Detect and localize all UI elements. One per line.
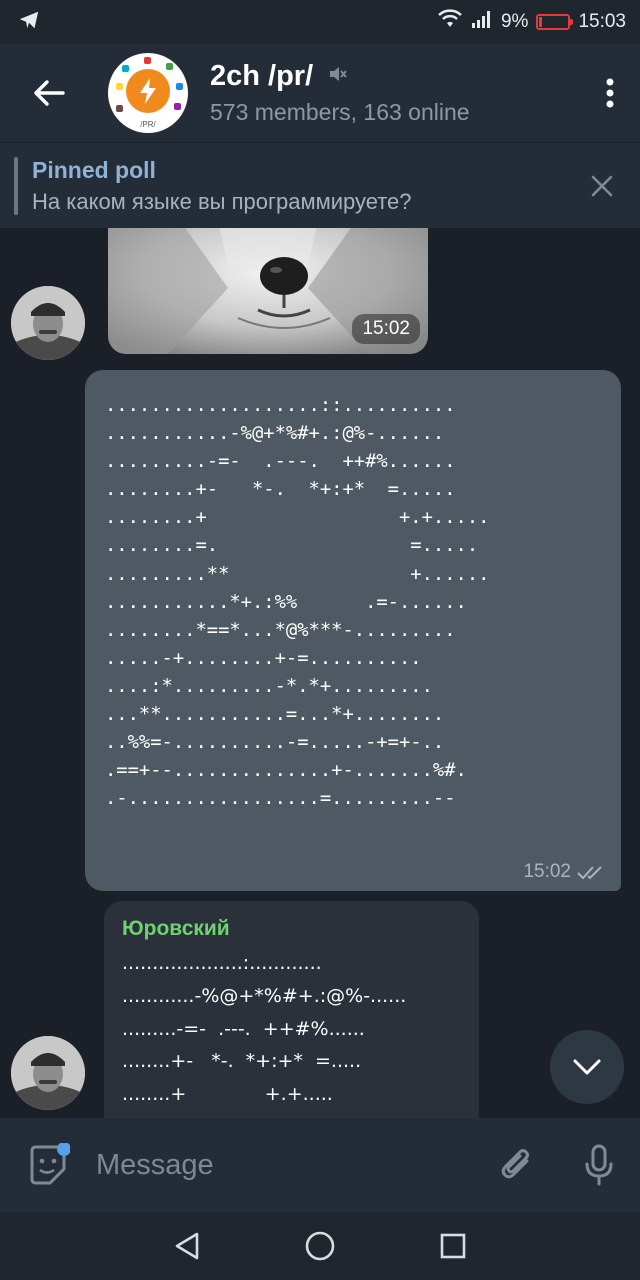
clock: 15:03 xyxy=(578,11,626,32)
battery-icon xyxy=(536,14,574,30)
ascii-art-text: ....................:............ ......… xyxy=(122,952,407,1106)
more-vertical-icon xyxy=(606,78,614,108)
status-bar: 9% 15:03 xyxy=(0,0,640,44)
avatar-label: /PR/ xyxy=(140,120,156,129)
pinned-label: Pinned poll xyxy=(32,156,156,183)
double-check-icon xyxy=(577,866,602,880)
muted-icon xyxy=(327,64,347,89)
chevron-down-icon xyxy=(573,1059,601,1075)
sender-avatar[interactable] xyxy=(11,1036,85,1110)
chat-title: 2ch /pr/ xyxy=(210,60,314,92)
nav-home-button[interactable] xyxy=(290,1216,350,1276)
message-input[interactable] xyxy=(96,1148,476,1182)
chat-header: /PR/ 2ch /pr/ 573 members, 163 online xyxy=(0,44,640,142)
scroll-to-bottom-button[interactable] xyxy=(550,1030,624,1104)
lightning-icon xyxy=(126,69,170,113)
signal-icon xyxy=(471,10,493,34)
chat-info[interactable]: 2ch /pr/ 573 members, 163 online xyxy=(210,60,580,126)
pinned-question: На каком языке вы программируете? xyxy=(32,188,412,214)
sender-avatar[interactable] xyxy=(11,286,85,360)
sticker-icon xyxy=(30,1143,70,1185)
battery-percent: 9% xyxy=(500,11,529,32)
close-icon xyxy=(591,175,613,196)
member-count: 573 members, 163 online xyxy=(210,99,470,125)
arrow-left-icon xyxy=(34,80,65,106)
avatar-portrait xyxy=(11,286,85,360)
message-timestamp: 15:02 xyxy=(523,861,571,882)
sticker-button[interactable] xyxy=(0,1118,96,1212)
wifi-icon xyxy=(437,9,463,35)
more-menu-button[interactable] xyxy=(580,44,640,142)
system-nav-bar xyxy=(0,1212,640,1280)
nav-back-button[interactable] xyxy=(157,1216,217,1276)
message-composer xyxy=(0,1118,640,1212)
nav-recents-button[interactable] xyxy=(423,1216,483,1276)
avatar-portrait xyxy=(11,1036,85,1110)
microphone-icon xyxy=(585,1144,613,1186)
pinned-indicator xyxy=(14,156,18,215)
close-pinned-button[interactable] xyxy=(572,156,632,216)
pinned-poll-bar[interactable]: Pinned poll На каком языке вы программир… xyxy=(0,142,640,228)
photo-message[interactable]: 15:02 xyxy=(108,228,428,354)
incoming-message[interactable]: Юровский ....................:..........… xyxy=(104,901,479,1118)
attach-button[interactable] xyxy=(476,1118,558,1212)
back-button[interactable] xyxy=(0,44,98,142)
ascii-art-text: ...................::.......... ........… xyxy=(105,395,490,810)
telegram-send-icon xyxy=(18,9,40,36)
chat-avatar[interactable]: /PR/ xyxy=(108,53,188,133)
message-list[interactable]: 15:02 ...................::.......... ..… xyxy=(0,228,640,1118)
outgoing-message[interactable]: ...................::.......... ........… xyxy=(85,370,621,891)
circle-home-icon xyxy=(305,1231,335,1261)
square-recents-icon xyxy=(441,1233,466,1259)
paperclip-icon xyxy=(501,1149,529,1179)
sender-name[interactable]: Юровский xyxy=(122,917,230,941)
voice-record-button[interactable] xyxy=(558,1118,640,1212)
photo-timestamp: 15:02 xyxy=(352,314,420,344)
triangle-back-icon xyxy=(175,1232,198,1260)
